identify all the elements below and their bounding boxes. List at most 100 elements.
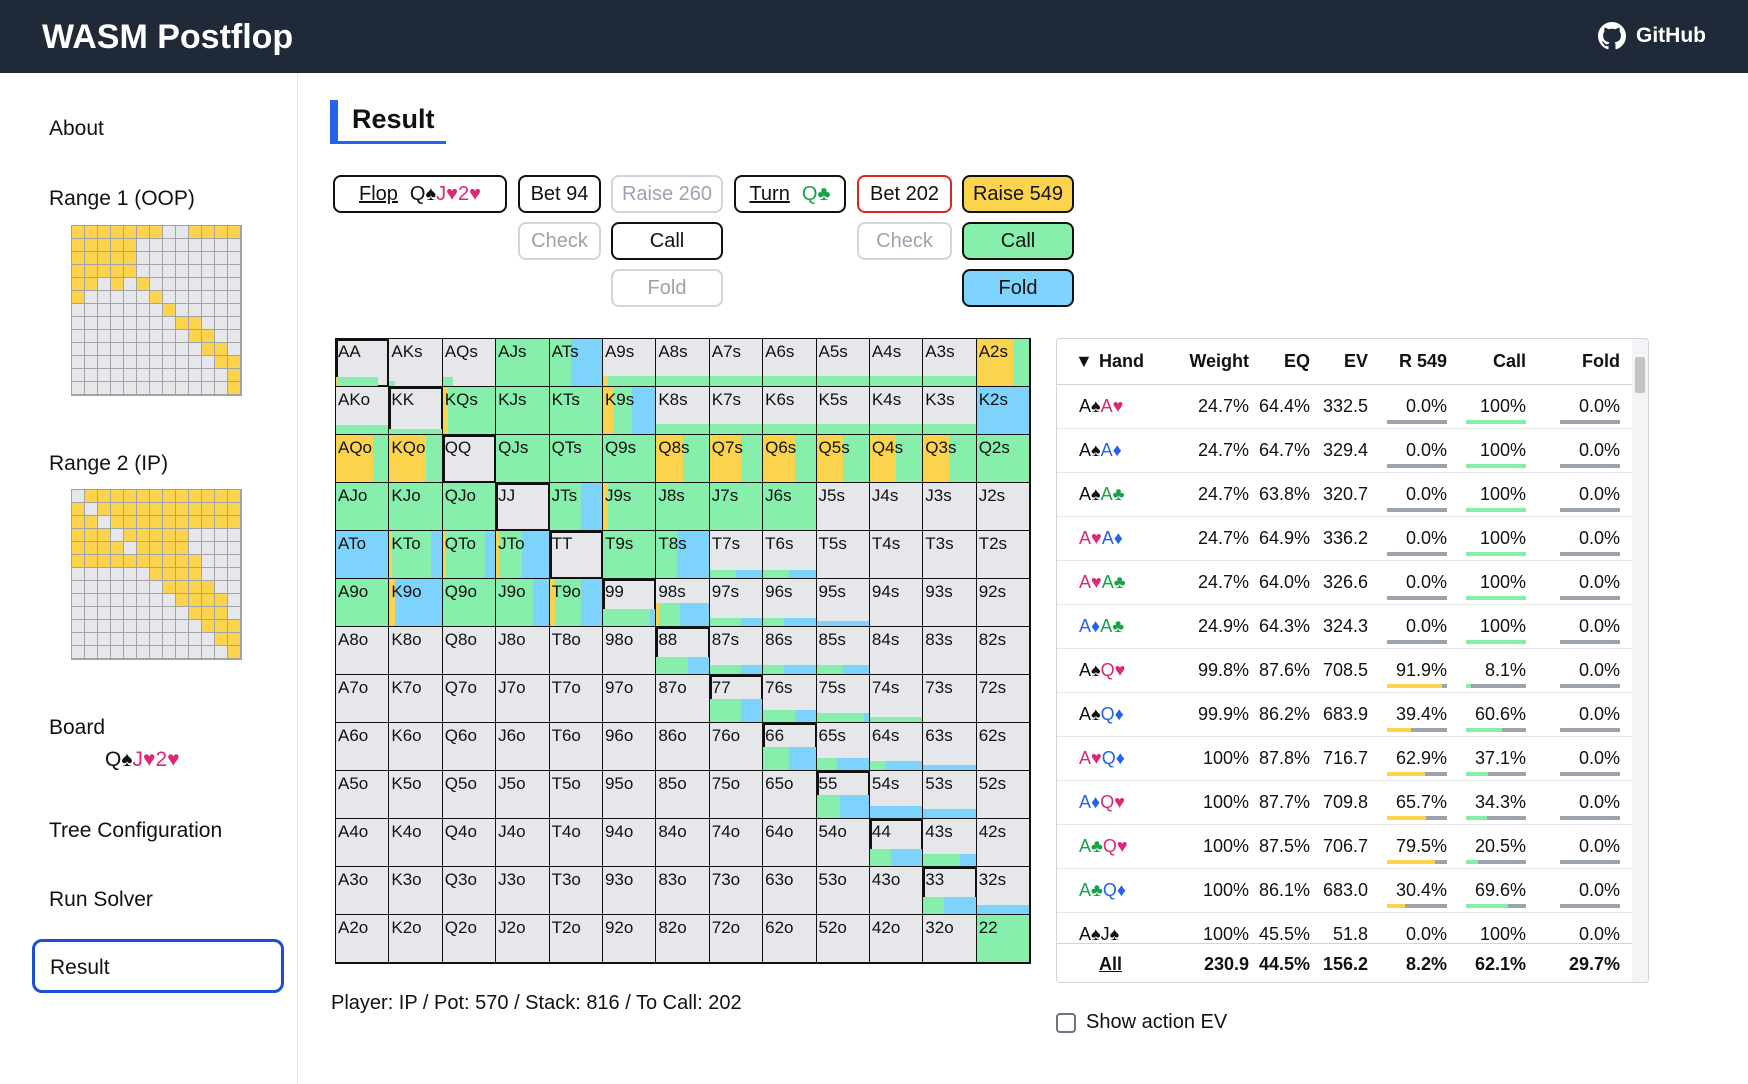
hand-cell-A2s[interactable]: A2s xyxy=(976,339,1031,387)
hand-cell-K3s[interactable]: K3s xyxy=(923,387,977,435)
hand-cell-87o[interactable]: 87o xyxy=(656,675,710,723)
hand-cell-Q9s[interactable]: Q9s xyxy=(602,435,657,483)
hand-cell-42o[interactable]: 42o xyxy=(869,915,924,963)
hand-cell-Q4o[interactable]: Q4o xyxy=(442,819,497,867)
fold-button-turn[interactable]: Fold xyxy=(962,269,1074,307)
range2-thumbnail[interactable] xyxy=(71,489,242,660)
hand-cell-T9s[interactable]: T9s xyxy=(602,531,657,579)
hand-cell-T2s[interactable]: T2s xyxy=(976,531,1031,579)
hand-cell-AA[interactable]: AA xyxy=(336,339,390,387)
hand-cell-52o[interactable]: 52o xyxy=(816,915,870,963)
hand-cell-86s[interactable]: 86s xyxy=(763,627,817,675)
table-row[interactable]: A♠A♦ 24.7% 64.7% 329.4 0.0% 100% 0.0% xyxy=(1057,429,1633,473)
sidebar-item-result[interactable]: Result xyxy=(32,939,284,993)
bet-202-button[interactable]: Bet 202 xyxy=(857,175,952,213)
table-row[interactable]: A♠A♥ 24.7% 64.4% 332.5 0.0% 100% 0.0% xyxy=(1057,385,1633,429)
hand-cell-T4o[interactable]: T4o xyxy=(549,819,603,867)
hand-cell-Q5o[interactable]: Q5o xyxy=(442,771,497,819)
check-button-turn[interactable]: Check xyxy=(857,222,952,260)
hand-cell-K5o[interactable]: K5o xyxy=(389,771,443,819)
hand-cell-JJ[interactable]: JJ xyxy=(496,483,550,531)
hand-cell-J3s[interactable]: J3s xyxy=(923,483,977,531)
hand-cell-QQ[interactable]: QQ xyxy=(442,435,497,483)
hand-cell-AQs[interactable]: AQs xyxy=(442,339,497,387)
sidebar-item-about[interactable]: About xyxy=(49,117,104,141)
hand-cell-84s[interactable]: 84s xyxy=(869,627,924,675)
header-raise[interactable]: R 549 xyxy=(1399,351,1447,372)
hand-cell-Q8o[interactable]: Q8o xyxy=(442,627,497,675)
hand-cell-62s[interactable]: 62s xyxy=(976,723,1031,771)
hand-cell-54s[interactable]: 54s xyxy=(869,771,924,819)
hand-cell-KK[interactable]: KK xyxy=(389,387,443,435)
hand-cell-TT[interactable]: TT xyxy=(549,531,603,579)
hand-cell-83s[interactable]: 83s xyxy=(923,627,977,675)
hand-cell-93s[interactable]: 93s xyxy=(923,579,977,627)
hand-cell-ATo[interactable]: ATo xyxy=(336,531,390,579)
hand-cell-QJs[interactable]: QJs xyxy=(496,435,550,483)
hand-cell-82o[interactable]: 82o xyxy=(656,915,710,963)
hand-cell-64o[interactable]: 64o xyxy=(763,819,817,867)
hand-cell-73o[interactable]: 73o xyxy=(709,867,764,915)
hand-cell-95o[interactable]: 95o xyxy=(602,771,657,819)
hand-cell-JTo[interactable]: JTo xyxy=(496,531,550,579)
call-button-flop[interactable]: Call xyxy=(611,222,723,260)
hand-cell-AKs[interactable]: AKs xyxy=(389,339,443,387)
table-row[interactable]: A♦A♣ 24.9% 64.3% 324.3 0.0% 100% 0.0% xyxy=(1057,605,1633,649)
hand-cell-J6o[interactable]: J6o xyxy=(496,723,550,771)
hand-cell-88[interactable]: 88 xyxy=(656,627,710,675)
hand-cell-95s[interactable]: 95s xyxy=(816,579,870,627)
hand-cell-T5s[interactable]: T5s xyxy=(816,531,870,579)
hand-cell-52s[interactable]: 52s xyxy=(976,771,1031,819)
hand-cell-54o[interactable]: 54o xyxy=(816,819,870,867)
header-hand[interactable]: Hand xyxy=(1099,351,1144,372)
check-button-flop[interactable]: Check xyxy=(518,222,601,260)
fold-button-flop[interactable]: Fold xyxy=(611,269,723,307)
hand-cell-96o[interactable]: 96o xyxy=(602,723,657,771)
hand-cell-43o[interactable]: 43o xyxy=(869,867,924,915)
turn-button[interactable]: Turn Q♣ xyxy=(734,175,846,213)
hand-cell-A6o[interactable]: A6o xyxy=(336,723,390,771)
hand-cell-KTs[interactable]: KTs xyxy=(549,387,603,435)
hand-cell-74o[interactable]: 74o xyxy=(709,819,764,867)
sort-indicator-icon[interactable]: ▼ xyxy=(1075,351,1093,372)
hand-cell-K7s[interactable]: K7s xyxy=(709,387,764,435)
hand-cell-J9s[interactable]: J9s xyxy=(602,483,657,531)
hand-cell-94o[interactable]: 94o xyxy=(602,819,657,867)
hand-cell-64s[interactable]: 64s xyxy=(869,723,924,771)
sidebar-item-range2[interactable]: Range 2 (IP) xyxy=(49,452,168,476)
hand-cell-Q4s[interactable]: Q4s xyxy=(869,435,924,483)
hand-cell-22[interactable]: 22 xyxy=(976,915,1031,963)
hand-cell-65o[interactable]: 65o xyxy=(763,771,817,819)
header-eq[interactable]: EQ xyxy=(1284,351,1310,372)
hand-cell-75s[interactable]: 75s xyxy=(816,675,870,723)
hand-cell-82s[interactable]: 82s xyxy=(976,627,1031,675)
footer-all[interactable]: All xyxy=(1099,954,1122,975)
table-row[interactable]: A♥A♣ 24.7% 64.0% 326.6 0.0% 100% 0.0% xyxy=(1057,561,1633,605)
hand-cell-Q2s[interactable]: Q2s xyxy=(976,435,1031,483)
hand-cell-J2o[interactable]: J2o xyxy=(496,915,550,963)
hand-cell-76s[interactable]: 76s xyxy=(763,675,817,723)
hand-cell-KTo[interactable]: KTo xyxy=(389,531,443,579)
hand-cell-A8o[interactable]: A8o xyxy=(336,627,390,675)
hand-cell-T6s[interactable]: T6s xyxy=(763,531,817,579)
hand-cell-K4s[interactable]: K4s xyxy=(869,387,924,435)
hand-cell-85s[interactable]: 85s xyxy=(816,627,870,675)
hand-cell-K9s[interactable]: K9s xyxy=(602,387,657,435)
hand-cell-53o[interactable]: 53o xyxy=(816,867,870,915)
hand-cell-Q8s[interactable]: Q8s xyxy=(656,435,710,483)
hand-cell-98o[interactable]: 98o xyxy=(602,627,657,675)
hand-cell-K6s[interactable]: K6s xyxy=(763,387,817,435)
hand-cell-J7s[interactable]: J7s xyxy=(709,483,764,531)
hand-cell-72s[interactable]: 72s xyxy=(976,675,1031,723)
hand-cell-76o[interactable]: 76o xyxy=(709,723,764,771)
hand-cell-T7o[interactable]: T7o xyxy=(549,675,603,723)
hand-cell-A4o[interactable]: A4o xyxy=(336,819,390,867)
raise-260-button[interactable]: Raise 260 xyxy=(611,175,723,213)
hand-cell-ATs[interactable]: ATs xyxy=(549,339,603,387)
hand-cell-85o[interactable]: 85o xyxy=(656,771,710,819)
hand-cell-86o[interactable]: 86o xyxy=(656,723,710,771)
hand-cell-QTo[interactable]: QTo xyxy=(442,531,497,579)
hand-cell-97s[interactable]: 97s xyxy=(709,579,764,627)
hand-cell-96s[interactable]: 96s xyxy=(763,579,817,627)
hand-cell-Q2o[interactable]: Q2o xyxy=(442,915,497,963)
